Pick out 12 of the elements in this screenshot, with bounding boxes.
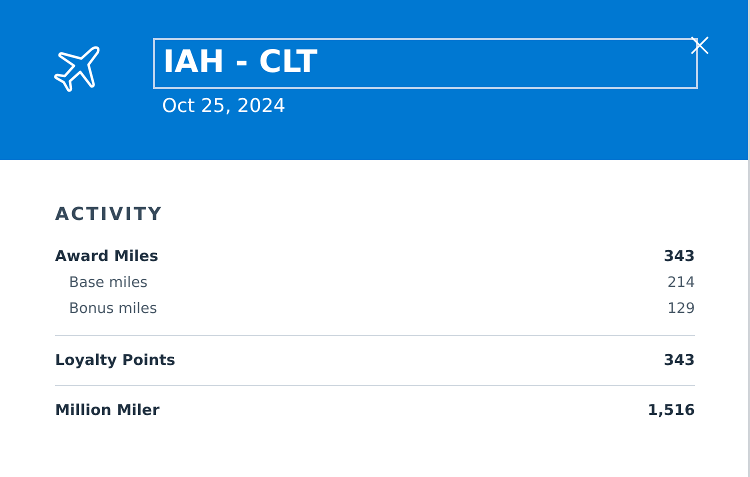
row-label: Award Miles bbox=[55, 246, 158, 267]
row-label: Bonus miles bbox=[69, 300, 158, 319]
flight-date: Oct 25, 2024 bbox=[162, 95, 286, 117]
row-label: Base miles bbox=[69, 274, 148, 292]
row-value: 343 bbox=[664, 350, 695, 370]
row-value: 1,516 bbox=[648, 400, 695, 421]
row-label: Loyalty Points bbox=[55, 350, 176, 370]
row-value: 343 bbox=[664, 246, 695, 267]
section-heading: ACTIVITY bbox=[55, 204, 164, 225]
row-label: Million Miler bbox=[55, 400, 160, 421]
row-value: 214 bbox=[667, 274, 695, 292]
row-value: 129 bbox=[667, 300, 695, 319]
